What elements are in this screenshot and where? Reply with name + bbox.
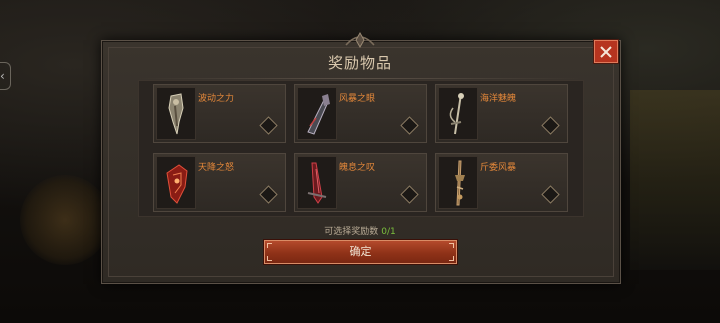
selection-label: 可选择奖励数 [324,227,379,237]
background-character [630,90,720,270]
button-corner [267,243,272,248]
item-name: 天降之怒 [198,163,235,173]
confirm-button[interactable]: 确定 [264,240,457,264]
red-blade-icon [297,156,337,209]
confirm-label: 确定 [349,245,372,258]
select-diamond-icon[interactable] [400,116,419,135]
select-diamond-icon[interactable] [259,185,278,204]
item-name: 斤委风暴 [480,163,517,173]
item-name: 风暴之眼 [339,94,376,104]
selection-count: 可选择奖励数 0/1 [0,224,720,237]
dark-claw-icon [297,87,337,140]
reward-item[interactable]: 波动之力 [153,84,286,143]
select-diamond-icon[interactable] [400,185,419,204]
reward-item[interactable]: 斤委风暴 [435,153,568,212]
select-diamond-icon[interactable] [541,116,560,135]
close-x-icon [600,45,612,58]
button-corner [449,243,454,248]
close-button[interactable] [594,40,618,63]
item-name: 波动之力 [198,94,235,104]
item-name: 海洋魅魄 [480,94,517,104]
reward-item[interactable]: 魄息之叹 [294,153,427,212]
background-emblem [20,175,110,265]
select-diamond-icon[interactable] [259,116,278,135]
reward-item[interactable]: 风暴之眼 [294,84,427,143]
trident-staff-icon [438,87,478,140]
select-diamond-icon[interactable] [541,185,560,204]
reward-item[interactable]: 海洋魅魄 [435,84,568,143]
button-corner [267,256,272,261]
red-gauntlet-icon [156,156,196,209]
selection-value: 0/1 [381,227,396,237]
bronze-spear-icon [438,156,478,209]
title-ornament-icon [345,31,375,49]
button-corner [449,256,454,261]
reward-item-grid: 波动之力 风暴之眼 海洋魅魄 天降之怒 魄息之叹 斤委风暴 [138,80,584,217]
item-name: 魄息之叹 [339,163,376,173]
reward-item[interactable]: 天降之怒 [153,153,286,212]
title-divider [140,78,580,79]
bone-claw-icon [156,87,196,140]
